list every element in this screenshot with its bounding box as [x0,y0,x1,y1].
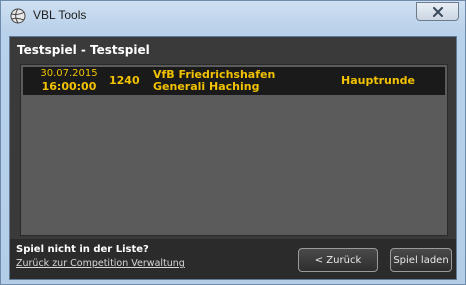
app-window: VBL Tools Testspiel - Testspiel 30.07.20… [0,0,466,285]
page-title: Testspiel - Testspiel [17,43,150,57]
title-bar[interactable]: VBL Tools [1,1,465,31]
away-team: Generali Haching [153,80,260,93]
close-icon [433,7,443,17]
game-round: Hauptrunde [341,74,416,87]
game-time: 16:00:00 [41,80,97,93]
client-area: Testspiel - Testspiel 30.07.2015 16:00:0… [9,36,457,280]
game-row[interactable]: 30.07.2015 16:00:00 1240 VfB Friedrichsh… [23,67,445,95]
window-title: VBL Tools [33,8,87,22]
back-button[interactable]: < Zurück [298,248,378,272]
footer-bar: Spiel nicht in der Liste? Zurück zur Com… [10,239,456,279]
volleyball-app-icon [10,8,26,24]
game-date: 30.07.2015 [40,68,98,79]
close-button[interactable] [416,2,459,21]
game-number: 1240 [109,74,140,87]
games-list[interactable]: 30.07.2015 16:00:00 1240 VfB Friedrichsh… [20,64,448,236]
not-in-list-label: Spiel nicht in der Liste? [16,244,149,255]
load-game-button[interactable]: Spiel laden [390,248,452,272]
competition-admin-link[interactable]: Zurück zur Competition Verwaltung [16,258,185,269]
